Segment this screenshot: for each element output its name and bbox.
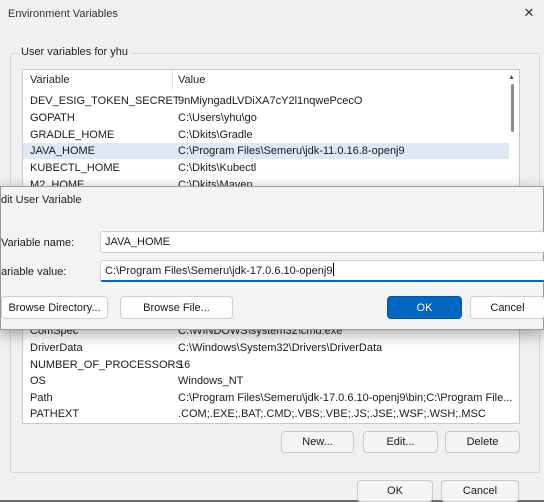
value-cell: C:\Program Files\Semeru\jdk-11.0.16.8-op… (178, 145, 405, 157)
variable-name-input[interactable]: JAVA_HOME (100, 231, 544, 253)
variable-cell: PATHEXT (30, 408, 80, 420)
browse-file-button[interactable]: Browse File... (120, 296, 233, 319)
table-row[interactable]: GRADLE_HOME C:\Dkits\Gradle (23, 127, 509, 143)
column-header-variable[interactable]: Variable (30, 70, 70, 90)
system-variables-table[interactable]: ComSpec C:\WINDOWS\system32\cmd.exe Driv… (22, 320, 520, 424)
table-row-selected[interactable]: JAVA_HOME C:\Program Files\Semeru\jdk-11… (23, 143, 509, 159)
value-cell: 16 (178, 359, 191, 371)
table-row[interactable]: Path C:\Program Files\Semeru\jdk-17.0.6.… (23, 390, 513, 406)
text-caret (333, 263, 335, 276)
variable-cell: JAVA_HOME (30, 145, 95, 157)
table-row[interactable]: PATHEXT .COM;.EXE;.BAT;.CMD;.VBS;.VBE;.J… (23, 406, 509, 422)
ok-button[interactable]: OK (387, 296, 462, 319)
variable-cell: GOPATH (30, 112, 75, 124)
ok-button[interactable]: OK (357, 480, 433, 502)
table-row[interactable]: NUMBER_OF_PROCESSORS 16 (23, 357, 509, 373)
scrollbar-thumb[interactable] (511, 84, 514, 132)
edit-user-variable-dialog: dit User Variable Variable name: JAVA_HO… (0, 186, 544, 330)
delete-button[interactable]: Delete (445, 431, 520, 453)
value-cell: C:\Dkits\Gradle (178, 129, 253, 141)
close-icon[interactable]: ✕ (522, 5, 536, 21)
variable-name-label: Variable name: (1, 237, 75, 249)
variable-value-text: C:\Program Files\Semeru\jdk-17.0.6.10-op… (105, 265, 333, 277)
variable-cell: DriverData (30, 342, 83, 354)
column-header-value[interactable]: Value (178, 70, 205, 90)
variable-cell: DEV_ESIG_TOKEN_SECRET (30, 95, 180, 107)
variable-cell: KUBECTL_HOME (30, 162, 120, 174)
window-title: Environment Variables (8, 8, 118, 20)
variable-cell: GRADLE_HOME (30, 129, 115, 141)
cancel-button[interactable]: Cancel (470, 296, 544, 319)
value-cell: C:\Dkits\Kubectl (178, 162, 257, 174)
cancel-button[interactable]: Cancel (441, 480, 519, 502)
table-row[interactable]: KUBECTL_HOME C:\Dkits\Kubectl (23, 160, 509, 176)
table-row[interactable]: GOPATH C:\Users\yhu\go (23, 110, 509, 126)
edit-button[interactable]: Edit... (363, 431, 438, 453)
variable-cell: Path (30, 392, 53, 404)
user-variables-table[interactable]: Variable Value DEV_ESIG_TOKEN_SECRET 9nM… (22, 69, 520, 187)
table-row[interactable]: DriverData C:\Windows\System32\Drivers\D… (23, 340, 509, 356)
value-cell: C:\Users\yhu\go (178, 112, 257, 124)
value-cell: .COM;.EXE;.BAT;.CMD;.VBS;.VBE;.JS;.JSE;.… (178, 408, 486, 420)
value-cell: C:\Program Files\Semeru\jdk-17.0.6.10-op… (178, 392, 513, 404)
column-separator[interactable] (172, 70, 173, 90)
variable-cell: OS (30, 375, 46, 387)
new-button[interactable]: New... (281, 431, 354, 453)
variable-cell: NUMBER_OF_PROCESSORS (30, 359, 183, 371)
user-variables-label: User variables for yhu (18, 46, 131, 58)
value-cell: 9nMiyngadLVDiXA7cY2l1nqwePcecO (178, 95, 363, 107)
browse-directory-button[interactable]: Browse Directory... (1, 296, 108, 319)
dialog-title: dit User Variable (1, 194, 82, 206)
scroll-up-icon[interactable]: ▲ (508, 74, 515, 81)
variable-name-text: JAVA_HOME (105, 236, 170, 248)
variable-value-label: ariable value: (1, 266, 67, 278)
variable-value-input[interactable]: C:\Program Files\Semeru\jdk-17.0.6.10-op… (100, 260, 544, 282)
value-cell: C:\Windows\System32\Drivers\DriverData (178, 342, 383, 354)
table-row[interactable]: OS Windows_NT (23, 373, 509, 389)
value-cell: Windows_NT (178, 375, 244, 387)
table-row[interactable]: DEV_ESIG_TOKEN_SECRET 9nMiyngadLVDiXA7cY… (23, 93, 509, 109)
